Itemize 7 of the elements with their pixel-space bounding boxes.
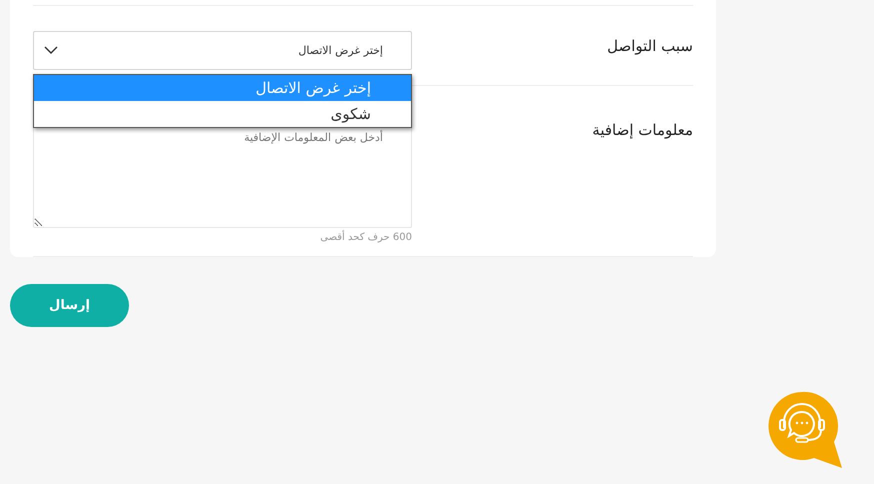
field-label: معلومات إضافية — [592, 121, 693, 139]
char-limit-hint: 600 حرف كحد أقصى — [320, 232, 412, 243]
purpose-select[interactable]: إختر غرض الاتصال — [33, 31, 412, 70]
support-chat-icon[interactable] — [766, 390, 842, 468]
chevron-down-icon — [44, 46, 58, 55]
field-label: سبب التواصل — [607, 37, 693, 55]
dropdown-option[interactable]: شكوى — [34, 101, 411, 127]
